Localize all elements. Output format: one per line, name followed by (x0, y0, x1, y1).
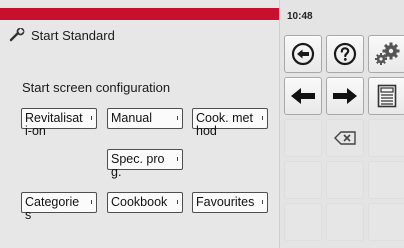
dropdown-caret-icon (262, 116, 263, 120)
empty-slot (368, 119, 404, 157)
settings-gears-icon (375, 42, 400, 65)
back-circle-icon (291, 42, 315, 66)
wrench-icon (9, 28, 25, 42)
empty-slot (326, 161, 364, 199)
option-label: Cook. method (196, 111, 253, 138)
dropdown-caret-icon (91, 200, 92, 204)
help-button[interactable] (326, 35, 364, 73)
option-label: Categories (25, 195, 80, 222)
option-revitalisation[interactable]: Revitalisati-on (21, 108, 97, 138)
sidebar: 10:48 (279, 0, 404, 248)
option-label: Revitalisati-on (25, 111, 83, 138)
help-icon (333, 42, 357, 66)
option-manual[interactable]: Manual (107, 108, 183, 129)
back-button[interactable] (284, 35, 322, 73)
option-label: Manual (111, 111, 152, 125)
arrow-right-icon (333, 88, 357, 104)
option-cookbook[interactable]: Cookbook (107, 192, 183, 213)
clock: 10:48 (287, 11, 313, 22)
dropdown-caret-icon (91, 116, 92, 120)
main-panel: Start Standard Start screen configuratio… (0, 0, 279, 248)
dropdown-caret-icon (177, 157, 178, 161)
option-label: Spec. prog. (111, 152, 165, 179)
arrow-left-icon (291, 88, 315, 104)
option-label: Favourites (196, 195, 255, 209)
empty-slot (326, 203, 364, 241)
option-spec-prog[interactable]: Spec. prog. (107, 149, 183, 179)
empty-slot (284, 161, 322, 199)
dropdown-caret-icon (177, 200, 178, 204)
section-title: Start screen configuration (22, 80, 171, 95)
backspace-button[interactable] (326, 119, 364, 157)
backspace-icon (334, 131, 356, 145)
empty-slot (284, 119, 322, 157)
save-button[interactable] (368, 77, 404, 115)
empty-slot (368, 161, 404, 199)
option-categories[interactable]: Categories (21, 192, 97, 222)
empty-slot (368, 203, 404, 241)
dropdown-caret-icon (262, 200, 263, 204)
next-button[interactable] (326, 77, 364, 115)
option-label: Cookbook (111, 195, 168, 209)
header-bar (0, 8, 279, 20)
previous-button[interactable] (284, 77, 322, 115)
save-icon (377, 84, 397, 108)
settings-button[interactable] (368, 35, 404, 73)
option-favourites[interactable]: Favourites (192, 192, 268, 213)
sidebar-button-grid (284, 35, 404, 241)
empty-slot (284, 203, 322, 241)
dropdown-caret-icon (177, 116, 178, 120)
option-cook-method[interactable]: Cook. method (192, 108, 268, 138)
page-title: Start Standard (31, 27, 115, 43)
header: Start Standard (9, 26, 115, 44)
